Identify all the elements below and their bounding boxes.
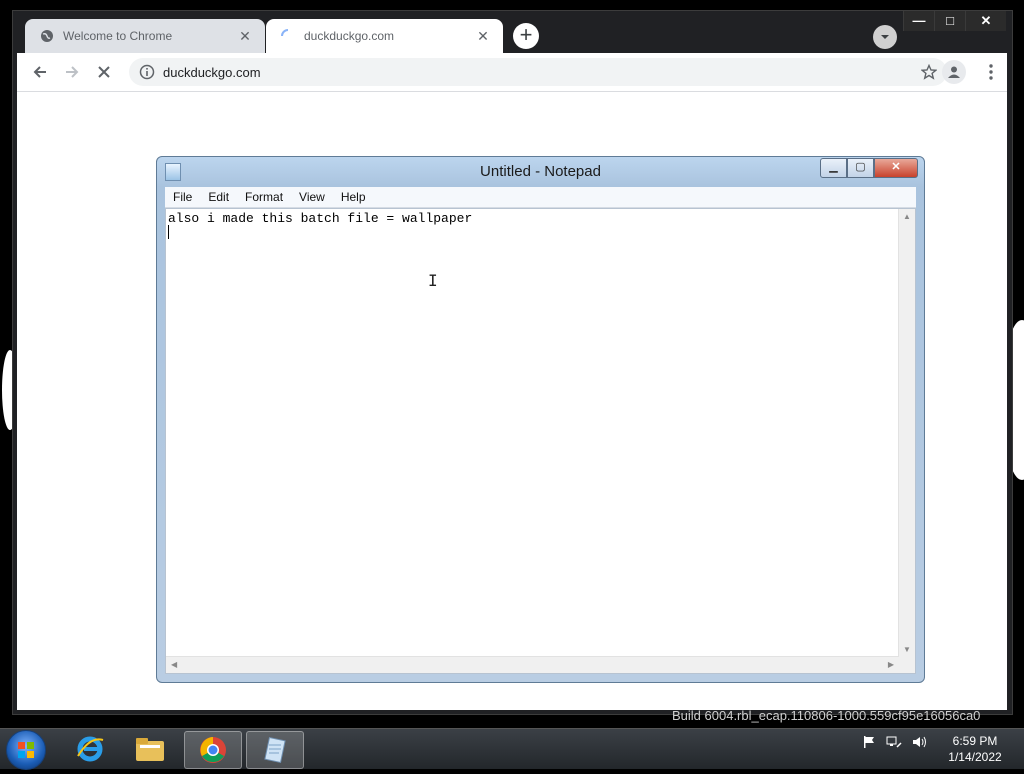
scroll-right-icon[interactable]: ▶	[888, 660, 894, 669]
resize-grip[interactable]	[899, 657, 915, 673]
stop-loading-button[interactable]	[91, 59, 117, 85]
horizontal-scrollbar[interactable]: ◀ ▶	[166, 656, 899, 673]
menu-view[interactable]: View	[291, 190, 333, 204]
clock-time: 6:59 PM	[952, 734, 998, 748]
action-center-flag-icon[interactable]	[862, 735, 876, 749]
network-icon[interactable]	[886, 735, 902, 749]
close-button[interactable]: ✕	[874, 158, 918, 178]
scroll-left-icon[interactable]: ◀	[171, 660, 177, 669]
menu-edit[interactable]: Edit	[200, 190, 237, 204]
tab-strip: Welcome to Chrome ✕ duckduckgo.com ✕ + —…	[13, 11, 1012, 53]
tab-title: Welcome to Chrome	[63, 29, 173, 43]
build-watermark: Build 6004.rbl_ecap.110806-1000.559cf95e…	[672, 708, 981, 723]
ibeam-cursor-icon: I	[428, 271, 438, 290]
vertical-scrollbar[interactable]: ▲ ▼	[898, 209, 915, 657]
scroll-up-icon[interactable]: ▲	[903, 212, 911, 221]
window-controls: — □ ✕	[903, 11, 1006, 31]
menu-help[interactable]: Help	[333, 190, 374, 204]
tab-search-icon[interactable]	[873, 25, 897, 49]
tab-duckduckgo[interactable]: duckduckgo.com ✕	[266, 19, 503, 53]
maximize-button[interactable]: ▢	[847, 158, 874, 178]
window-controls: ▁ ▢ ✕	[820, 158, 918, 178]
scroll-down-icon[interactable]: ▼	[903, 645, 911, 654]
tab-welcome[interactable]: Welcome to Chrome ✕	[25, 19, 265, 53]
editor-text: also i made this batch file = wallpaper	[168, 211, 473, 226]
new-tab-button[interactable]: +	[513, 23, 539, 49]
menu-file[interactable]: File	[165, 190, 200, 204]
notepad-taskbar-icon[interactable]	[246, 731, 304, 769]
address-bar[interactable]: duckduckgo.com	[129, 58, 947, 86]
volume-icon[interactable]	[912, 735, 928, 749]
account-icon[interactable]	[942, 60, 966, 84]
back-button[interactable]	[27, 59, 53, 85]
minimize-button[interactable]: ▁	[820, 158, 847, 178]
file-explorer-icon[interactable]	[122, 731, 178, 767]
close-tab-icon[interactable]: ✕	[475, 28, 491, 44]
clock-date: 1/14/2022	[948, 750, 1002, 764]
maximize-button[interactable]: □	[934, 11, 965, 31]
info-icon[interactable]	[139, 64, 155, 80]
close-window-button[interactable]: ✕	[965, 11, 1006, 31]
notepad-window: Untitled - Notepad ▁ ▢ ✕ File Edit Forma…	[156, 156, 925, 683]
forward-button[interactable]	[59, 59, 85, 85]
bookmark-star-icon[interactable]	[921, 64, 937, 80]
tab-title: duckduckgo.com	[304, 29, 395, 43]
back-arrow-icon	[33, 66, 46, 78]
forward-arrow-icon	[66, 66, 79, 78]
close-tab-icon[interactable]: ✕	[237, 28, 253, 44]
system-tray	[862, 735, 928, 749]
minimize-button[interactable]: —	[903, 11, 934, 31]
loading-spinner-icon	[280, 28, 296, 44]
taskbar: 6:59 PM 1/14/2022	[0, 728, 1024, 770]
menu-format[interactable]: Format	[237, 190, 291, 204]
windows-logo-icon	[18, 742, 34, 758]
globe-icon	[39, 28, 55, 44]
url-text: duckduckgo.com	[163, 64, 261, 80]
text-caret	[168, 225, 169, 239]
stop-icon	[98, 66, 110, 78]
chrome-taskbar-icon[interactable]	[184, 731, 242, 769]
more-menu-icon[interactable]	[979, 60, 1003, 84]
start-button[interactable]	[6, 730, 46, 770]
clock[interactable]: 6:59 PM 1/14/2022	[936, 733, 1014, 765]
text-editor[interactable]: also i made this batch file = wallpaper …	[165, 208, 916, 674]
internet-explorer-icon[interactable]	[62, 731, 118, 767]
menu-bar: File Edit Format View Help	[165, 187, 916, 208]
browser-toolbar: duckduckgo.com	[17, 53, 1007, 92]
window-title: Untitled - Notepad	[480, 163, 601, 180]
